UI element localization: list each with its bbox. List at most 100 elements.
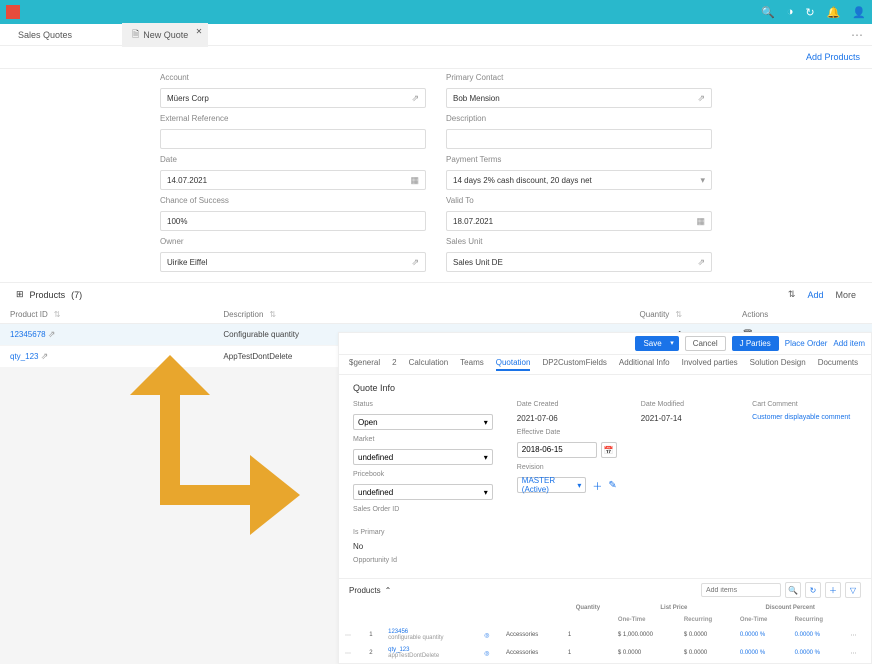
status-value: Open — [358, 418, 378, 427]
tab-new-quote[interactable]: 🗎 New Quote ✕ — [122, 23, 208, 47]
add-products-link[interactable]: Add Products — [0, 46, 872, 69]
row-menu[interactable]: ⋯ — [341, 627, 363, 643]
history-icon[interactable]: ↻ — [805, 6, 814, 19]
search-icon[interactable]: 🔍 — [761, 6, 775, 19]
link-icon[interactable]: ⇗ — [411, 257, 419, 268]
notification-icon[interactable]: 🔔 — [827, 6, 841, 19]
eff-date-input[interactable]: 2018-06-15 — [517, 442, 597, 458]
swap-icon[interactable]: ⇅ — [788, 289, 796, 300]
row-menu[interactable]: ⋯ — [847, 627, 869, 643]
tab-new-label: New Quote — [143, 30, 188, 40]
op-row[interactable]: ⋯ 1 123456configurable quantity ◎ Access… — [341, 627, 869, 643]
link-icon[interactable]: ⇗ — [697, 257, 705, 268]
tab-parties[interactable]: Involved parties — [682, 358, 738, 371]
row-sub: appTestDontDelete — [388, 653, 474, 659]
market-select[interactable]: undefined▾ — [353, 449, 493, 465]
parties-button[interactable]: J Parties — [732, 336, 779, 351]
link-icon[interactable]: ⇗ — [411, 93, 419, 104]
search-icon[interactable]: 🔍 — [785, 582, 801, 598]
pricebook-select[interactable]: undefined ▾ — [353, 484, 493, 500]
calendar-icon[interactable]: 📅 — [601, 442, 617, 458]
date-input[interactable]: 14.07.2021▦ — [160, 170, 426, 190]
row-menu[interactable]: ⋯ — [847, 645, 869, 661]
col-pid[interactable]: Product ID⇅ — [0, 306, 213, 324]
place-order-link[interactable]: Place Order — [785, 339, 828, 348]
user-icon[interactable]: 👤 — [852, 6, 866, 19]
status-select[interactable]: Open▾ — [353, 414, 493, 430]
col-desc[interactable]: Description⇅ — [213, 306, 502, 324]
account-value: Müers Corp — [167, 94, 209, 103]
products-header: ⊞ Products (7) ⇅ Add More — [0, 282, 872, 306]
link-icon[interactable]: ⇗ — [697, 93, 705, 104]
tab-calculation[interactable]: Calculation — [409, 358, 449, 371]
save-button[interactable]: Save — [635, 336, 678, 351]
tab-quotation[interactable]: Quotation — [496, 358, 531, 371]
opp-label: Opportunity Id — [353, 557, 493, 564]
op-row[interactable]: ⋯ 2 qty_123appTestDontDelete ◎ Accessori… — [341, 645, 869, 661]
tab-general[interactable]: $general — [349, 358, 380, 371]
more-link[interactable]: More — [835, 290, 856, 300]
tab-teams[interactable]: Teams — [460, 358, 484, 371]
add-item-link[interactable]: Add item — [833, 339, 865, 348]
add-link[interactable]: Add — [807, 290, 823, 300]
row-ot1: $ 0.0000 — [614, 645, 678, 661]
refresh-icon[interactable]: ↻ — [805, 582, 821, 598]
col-rec: Recurring — [791, 615, 845, 625]
chevron-down-icon: ▾ — [484, 488, 488, 497]
tab-solution[interactable]: Solution Design — [750, 358, 806, 371]
overlay-products-table: Quantity List Price Discount Percent One… — [339, 601, 871, 663]
primary-value: No — [353, 542, 493, 551]
desc-input[interactable] — [446, 129, 712, 149]
picker-icon[interactable]: ◎ — [480, 627, 500, 643]
rev-select[interactable]: MASTER (Active)▾ — [517, 477, 587, 493]
pt-select[interactable]: 14 days 2% cash discount, 20 days net▾ — [446, 170, 712, 190]
close-icon[interactable]: ✕ — [196, 27, 203, 36]
help-icon[interactable]: ◑ — [787, 6, 794, 19]
col-ot: One-Time — [736, 615, 789, 625]
collapse-icon[interactable]: ⌃ — [385, 586, 392, 595]
col-rec: Recurring — [680, 615, 734, 625]
plus-icon[interactable]: ＋ — [592, 478, 602, 493]
pid-link[interactable]: 12345678 — [10, 330, 46, 339]
row-rec1: $ 0.0000 — [680, 645, 734, 661]
tab-documents[interactable]: Documents — [818, 358, 858, 371]
cart-link[interactable]: Customer displayable comment — [752, 414, 857, 421]
account-input[interactable]: Müers Corp ⇗ — [160, 88, 426, 108]
extref-input[interactable] — [160, 129, 426, 149]
su-input[interactable]: Sales Unit DE⇗ — [446, 252, 712, 272]
pid-link[interactable]: qty_123 — [10, 352, 38, 361]
cart-label: Cart Comment — [752, 401, 857, 408]
row-menu[interactable]: ⋯ — [341, 645, 363, 661]
picker-icon[interactable]: ◎ — [480, 645, 500, 661]
overflow-menu-icon[interactable]: ⋯ — [851, 28, 864, 42]
desc-label: Description — [446, 114, 712, 123]
tab-custom[interactable]: DP2CustomFields — [542, 358, 606, 371]
arrow-graphic — [120, 355, 320, 545]
soid-label: Sales Order ID — [353, 506, 493, 513]
chance-input[interactable]: 100% — [160, 211, 426, 231]
pc-input[interactable]: Bob Mension⇗ — [446, 88, 712, 108]
calendar-icon[interactable]: ▦ — [696, 216, 705, 227]
valid-input[interactable]: 18.07.2021 ▦ — [446, 211, 712, 231]
pt-label: Payment Terms — [446, 155, 712, 164]
col-qty[interactable]: Quantity⇅ — [503, 306, 692, 324]
plus-icon[interactable]: ＋ — [825, 582, 841, 598]
products-title: Products — [30, 290, 66, 300]
tab-addinfo[interactable]: Additional Info — [619, 358, 670, 371]
chance-label: Chance of Success — [160, 196, 426, 205]
tab-sales-quotes[interactable]: Sales Quotes — [8, 26, 82, 44]
tab-2[interactable]: 2 — [392, 358, 396, 371]
owner-input[interactable]: Uirike Eiffel⇗ — [160, 252, 426, 272]
op-title: Products — [349, 586, 381, 595]
row-rec2: 0.0000 % — [791, 645, 845, 661]
valid-value: 18.07.2021 — [453, 217, 493, 226]
date-label: Date — [160, 155, 426, 164]
eff-label: Effective Date — [517, 429, 617, 436]
cancel-button[interactable]: Cancel — [685, 336, 726, 351]
doc-icon: 🗎 — [132, 27, 139, 43]
pricebook-value: undefined — [358, 488, 393, 497]
calendar-icon[interactable]: ▦ — [410, 175, 419, 186]
filter-icon[interactable]: ▽ — [845, 582, 861, 598]
search-input[interactable] — [701, 583, 781, 597]
edit-icon[interactable]: ✎ — [608, 480, 616, 491]
